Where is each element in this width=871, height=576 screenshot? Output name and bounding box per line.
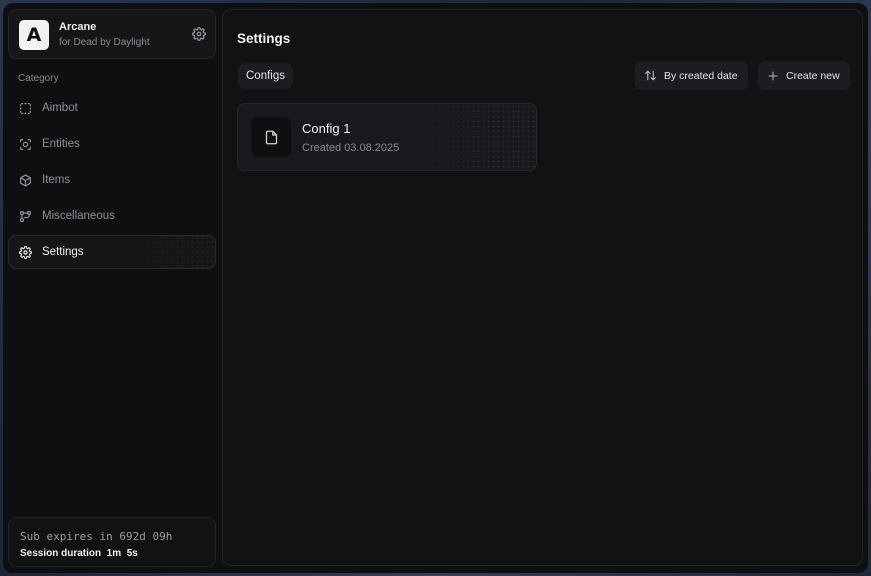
brand-logo: A [19, 20, 49, 50]
gear-icon [19, 245, 32, 259]
sidebar-item-settings[interactable]: Settings [8, 235, 216, 269]
page-title: Settings [237, 31, 291, 46]
config-created-date: Created 03.08.2025 [302, 142, 400, 154]
tab-configs[interactable]: Configs [238, 63, 293, 89]
sidebar-item-miscellaneous[interactable]: Miscellaneous [8, 199, 216, 233]
create-label: Create new [786, 69, 840, 82]
file-icon [265, 130, 277, 144]
sidebar-item-label: Entities [42, 138, 80, 150]
create-new-button[interactable]: Create new [758, 61, 850, 90]
sidebar-item-label: Miscellaneous [42, 210, 115, 222]
brand-card: A Arcane for Dead by Daylight [8, 9, 216, 59]
sidebar: A Arcane for Dead by Daylight Category A… [3, 3, 220, 573]
main-panel: Settings Configs By created date Create … [222, 9, 863, 566]
subscription-expiry: Sub expires in 692d 09h [20, 530, 173, 543]
cube-icon [19, 173, 32, 187]
plus-icon [768, 71, 778, 80]
sidebar-item-aimbot[interactable]: Aimbot [8, 91, 216, 125]
category-label: Category [18, 73, 59, 84]
gear-icon[interactable] [192, 27, 206, 41]
nodes-icon [19, 210, 32, 223]
brand-name: Arcane [59, 21, 97, 33]
sidebar-item-items[interactable]: Items [8, 163, 216, 197]
sidebar-item-entities[interactable]: Entities [8, 127, 216, 161]
sidebar-item-label: Items [42, 174, 71, 186]
scan-face-icon [19, 138, 32, 151]
dashed-square-icon [19, 102, 32, 115]
sidebar-item-label: Aimbot [42, 102, 78, 114]
card-pattern [416, 104, 536, 170]
sidebar-item-label: Settings [42, 246, 84, 258]
session-card: Sub expires in 692d 09h Session duration… [8, 517, 216, 567]
session-duration: Session duration 1m 5s [20, 548, 138, 559]
sort-by-date-button[interactable]: By created date [635, 61, 748, 90]
app-window: A Arcane for Dead by Daylight Category A… [3, 3, 868, 573]
sort-label: By created date [664, 69, 738, 82]
sort-arrows-icon [645, 70, 656, 81]
config-card[interactable]: Config 1 Created 03.08.2025 [237, 103, 537, 171]
brand-subtitle: for Dead by Daylight [59, 37, 150, 48]
config-icon-box [251, 117, 291, 157]
category-nav: Aimbot Entities Items Miscellaneous Sett… [8, 91, 216, 271]
config-name: Config 1 [302, 121, 351, 136]
